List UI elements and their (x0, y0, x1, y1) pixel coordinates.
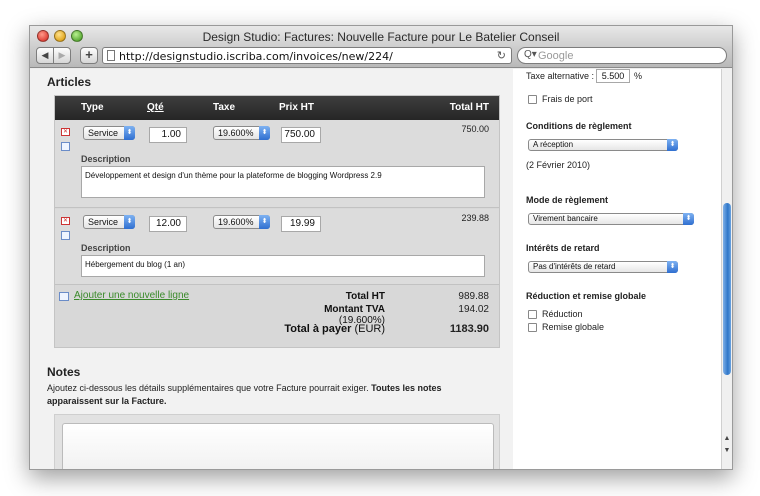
price-field[interactable]: 750.00 (281, 127, 321, 143)
select-arrow-icon: ⬍ (683, 213, 694, 225)
type-select[interactable]: Service ⬍ (83, 215, 135, 229)
add-line-icon (59, 292, 69, 301)
total-ht-label: Total HT (345, 291, 385, 302)
tax-select[interactable]: 19.600% ⬍ (213, 215, 270, 229)
type-select-value: Service (88, 128, 119, 138)
notes-help-plain: Ajoutez ci-dessous les détails supplémen… (47, 383, 372, 393)
shipping-checkbox[interactable] (528, 95, 537, 104)
delete-row-icon[interactable]: ✕ (61, 217, 70, 225)
total-due-label: Total à payer (EUR) (275, 323, 385, 335)
column-price: Prix HT (279, 102, 315, 113)
type-select[interactable]: Service ⬍ (83, 126, 135, 140)
url-text: http://designstudio.iscriba.com/invoices… (119, 50, 393, 63)
column-type: Type (81, 102, 104, 113)
vertical-scrollbar[interactable]: ▲ ▼ (721, 69, 732, 469)
global-discount-checkbox[interactable] (528, 323, 537, 332)
total-due-currency: (EUR) (354, 323, 385, 335)
select-arrow-icon: ⬍ (124, 126, 135, 140)
tax-select[interactable]: 19.600% ⬍ (213, 126, 270, 140)
interest-select[interactable]: Pas d'intérêts de retard ⬍ (528, 261, 678, 273)
qty-field[interactable]: 12.00 (149, 216, 187, 232)
description-textarea[interactable]: Développement et design d'un thème pour … (81, 166, 485, 198)
conditions-date: (2 Février 2010) (526, 160, 591, 170)
invoice-main-column: Articles Type Qté Taxe Prix HT Total HT … (30, 69, 513, 469)
mode-select[interactable]: Virement bancaire ⬍ (528, 213, 694, 225)
page-icon (107, 50, 115, 61)
notes-heading: Notes (47, 365, 81, 379)
alt-tax-field[interactable]: 5.500 (596, 69, 630, 83)
browser-toolbar: ◀ ▶ + http://designstudio.iscriba.com/in… (30, 46, 732, 68)
alt-tax-unit: % (634, 71, 643, 81)
select-arrow-icon: ⬍ (259, 126, 270, 140)
mode-select-value: Virement bancaire (533, 214, 598, 223)
forward-button[interactable]: ▶ (53, 47, 71, 64)
scrollbar-thumb[interactable] (723, 203, 731, 375)
tax-select-value: 19.600% (218, 128, 254, 138)
select-arrow-icon: ⬍ (124, 215, 135, 229)
type-select-value: Service (88, 217, 119, 227)
column-tax: Taxe (213, 102, 236, 113)
notes-container (54, 414, 500, 469)
global-discount-label: Remise globale (542, 322, 605, 332)
browser-window: Design Studio: Factures: Nouvelle Factur… (29, 25, 733, 470)
discount-heading: Réduction et remise globale (526, 291, 647, 301)
search-icon: Q▾ (524, 49, 537, 60)
interest-select-value: Pas d'intérêts de retard (533, 262, 616, 271)
description-textarea[interactable]: Hébergement du blog (1 an) (81, 255, 485, 277)
description-label: Description (81, 243, 131, 253)
tva-label-text: Montant TVA (324, 304, 385, 315)
select-arrow-icon: ⬍ (259, 215, 270, 229)
scroll-down-arrow-icon[interactable]: ▼ (722, 445, 732, 457)
duplicate-row-icon[interactable] (61, 142, 70, 151)
add-line-link[interactable]: Ajouter une nouvelle ligne (74, 290, 189, 301)
select-arrow-icon: ⬍ (667, 261, 678, 273)
total-ht-value: 989.88 (458, 291, 489, 302)
column-qty[interactable]: Qté (147, 102, 164, 113)
select-arrow-icon: ⬍ (667, 139, 678, 151)
discount-label: Réduction (542, 309, 583, 319)
articles-heading: Articles (47, 75, 92, 89)
articles-table-header: Type Qté Taxe Prix HT Total HT (55, 96, 499, 120)
title-bar: Design Studio: Factures: Nouvelle Factur… (30, 26, 732, 46)
conditions-select[interactable]: A réception ⬍ (528, 139, 678, 151)
total-due-value: 1183.90 (449, 323, 489, 335)
reload-icon[interactable]: ↻ (497, 49, 506, 62)
delete-row-icon[interactable]: ✕ (61, 128, 70, 136)
article-row: ✕ Service ⬍ 1.00 19.600% ⬍ 750.00 750.00… (55, 120, 499, 208)
window-title: Design Studio: Factures: Nouvelle Factur… (202, 30, 560, 44)
total-due-text: Total à payer (284, 323, 352, 335)
conditions-heading: Conditions de règlement (526, 121, 632, 131)
mode-heading: Mode de règlement (526, 195, 609, 205)
address-bar[interactable]: http://designstudio.iscriba.com/invoices… (102, 47, 512, 64)
page-content: Articles Type Qté Taxe Prix HT Total HT … (30, 69, 732, 469)
qty-field[interactable]: 1.00 (149, 127, 187, 143)
description-label: Description (81, 154, 131, 164)
notes-help-text: Ajoutez ci-dessous les détails supplémen… (47, 382, 497, 408)
notes-textarea[interactable] (62, 423, 494, 469)
invoice-options-sidebar: Taxe alternative : 5.500 % Frais de port… (513, 69, 721, 469)
search-placeholder: Google (538, 50, 574, 62)
scroll-up-arrow-icon[interactable]: ▲ (722, 433, 732, 445)
price-field[interactable]: 19.99 (281, 216, 321, 232)
conditions-select-value: A réception (533, 140, 574, 149)
discount-checkbox[interactable] (528, 310, 537, 319)
duplicate-row-icon[interactable] (61, 231, 70, 240)
alt-tax-label: Taxe alternative : (526, 71, 595, 81)
tva-value: 194.02 (458, 304, 489, 315)
column-total: Total HT (449, 102, 489, 113)
row-total: 239.88 (461, 213, 489, 223)
search-input[interactable]: Q▾ Google (517, 47, 727, 64)
shipping-label: Frais de port (542, 94, 593, 104)
article-row: ✕ Service ⬍ 12.00 19.600% ⬍ 19.99 239.88… (55, 209, 499, 285)
back-button[interactable]: ◀ (36, 47, 54, 64)
tax-select-value: 19.600% (218, 217, 254, 227)
row-total: 750.00 (461, 124, 489, 134)
interest-heading: Intérêts de retard (526, 243, 600, 253)
add-bookmark-button[interactable]: + (80, 47, 98, 64)
articles-table: Type Qté Taxe Prix HT Total HT ✕ Service… (54, 95, 500, 348)
